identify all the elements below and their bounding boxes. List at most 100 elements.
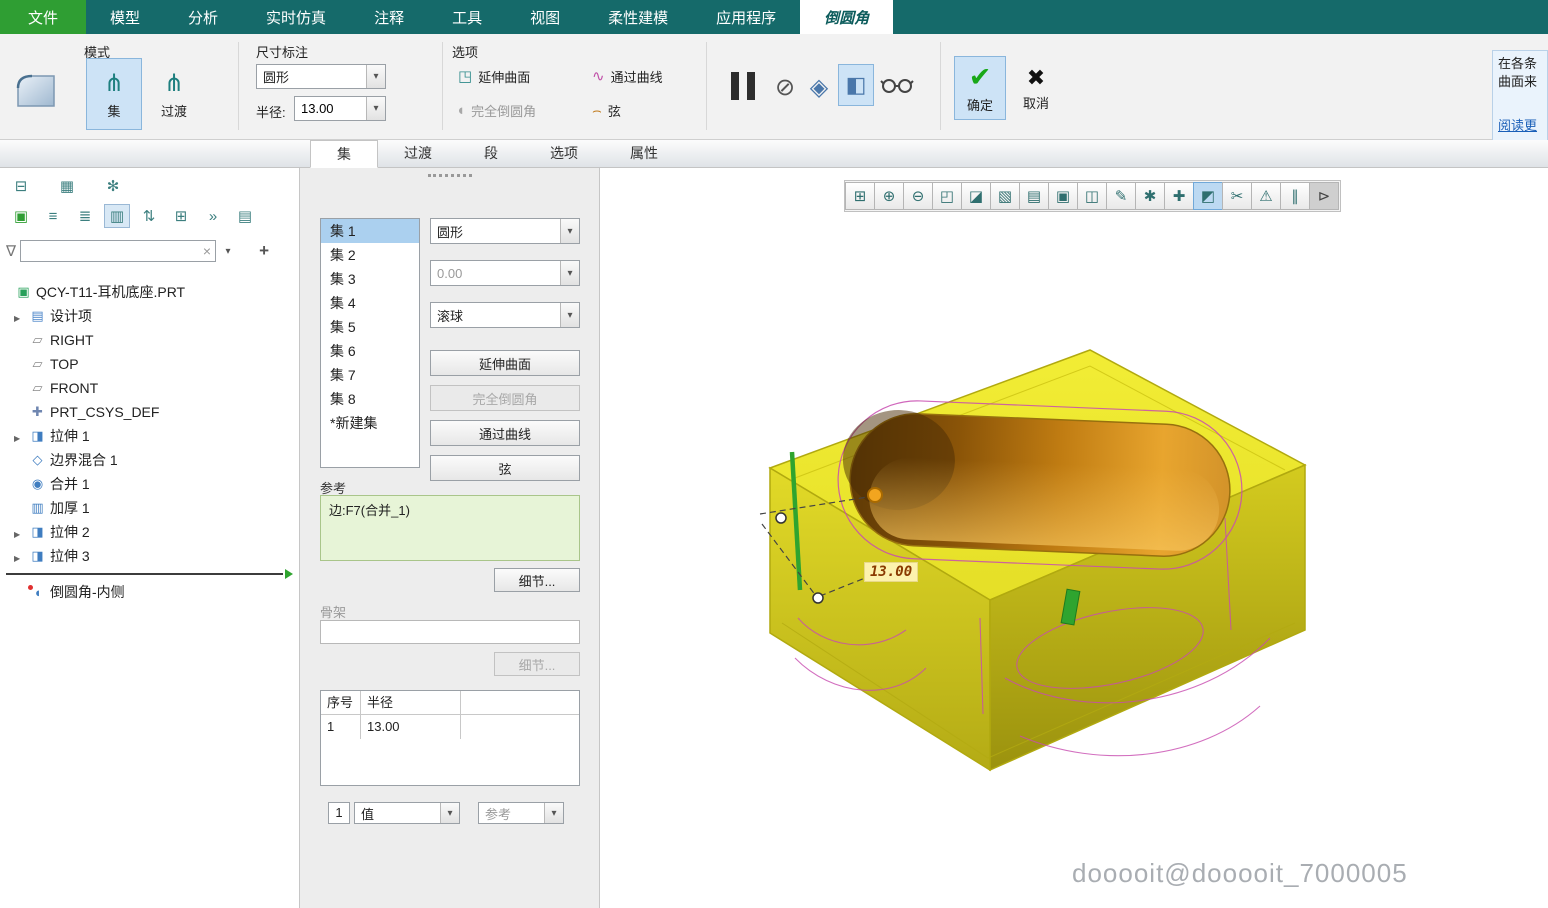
menu-tab[interactable]: 应用程序 (692, 0, 800, 34)
ok-button[interactable]: 确定 (954, 56, 1006, 120)
dashboard-tab[interactable]: 属性 (604, 140, 684, 168)
insert-here-locator[interactable] (0, 568, 299, 580)
ball-mode-dropdown[interactable]: 滚球 (430, 302, 580, 328)
sets-mode-button[interactable]: 集 (86, 58, 142, 130)
chevron-down-icon[interactable] (544, 803, 563, 823)
capture-icon[interactable]: ▣ (1048, 182, 1078, 210)
through-curve-panel-button[interactable]: 通过曲线 (430, 420, 580, 446)
attached-preview-button[interactable] (838, 64, 874, 106)
graphics-area[interactable]: ⊞ ⊕ ⊖ ◰ ◪ ▧ ▤ ▣ ◫ ✎ ✱ ✚ ◩ ✂ ⚠ ∥ ⊳ 13.00 … (600, 168, 1548, 908)
extend-surface-button[interactable]: 延伸曲面 (452, 62, 536, 90)
no-preview-icon[interactable] (770, 70, 800, 104)
set-list-item[interactable]: 集 4 (321, 291, 419, 315)
tree-options-icon[interactable]: ▤ (232, 204, 258, 228)
set-list-item[interactable]: 集 8 (321, 387, 419, 411)
dashboard-tab[interactable]: 段 (458, 140, 524, 168)
chevron-down-icon[interactable] (560, 261, 579, 285)
transitions-mode-button[interactable]: 过渡 (146, 58, 202, 130)
saved-orientations-icon[interactable]: ▤ (1019, 182, 1049, 210)
resume-icon[interactable]: ⊳ (1309, 182, 1339, 210)
tree-filter-input[interactable] (21, 243, 199, 259)
pause-button[interactable] (722, 62, 764, 110)
set-list-item[interactable]: *新建集 (321, 411, 419, 435)
refit-icon[interactable]: ◰ (932, 182, 962, 210)
dashboard-tab[interactable]: 选项 (524, 140, 604, 168)
read-more-link[interactable]: 阅读更 (1498, 117, 1537, 135)
expand-arrow-icon[interactable] (14, 308, 28, 324)
show-feature-icon[interactable]: ▣ (8, 204, 34, 228)
through-curve-button[interactable]: 通过曲线 (586, 62, 669, 90)
chevron-down-icon[interactable] (440, 803, 459, 823)
radius-dimension-label[interactable]: 13.00 (864, 562, 919, 582)
glasses-preview-icon[interactable] (880, 76, 914, 97)
radius-cell[interactable]: 13.00 (361, 715, 461, 739)
set-list-item[interactable]: 集 6 (321, 339, 419, 363)
menu-tab[interactable]: 实时仿真 (242, 0, 350, 34)
filter-dropdown-icon[interactable] (220, 240, 236, 262)
pause-display-icon[interactable]: ∥ (1280, 182, 1310, 210)
menu-tab[interactable]: 模型 (86, 0, 164, 34)
3d-model[interactable] (720, 318, 1320, 878)
section-icon[interactable]: ✂ (1222, 182, 1252, 210)
chevron-down-icon[interactable] (366, 97, 385, 120)
expand-arrow-icon[interactable] (14, 524, 28, 540)
radius-input[interactable] (295, 101, 366, 116)
set-list-item[interactable]: 集 5 (321, 315, 419, 339)
tree-item[interactable]: RIGHT (0, 328, 299, 352)
chevron-down-icon[interactable] (366, 65, 385, 88)
tree-item[interactable]: TOP (0, 352, 299, 376)
3d-dragger-icon[interactable]: ◩ (1193, 182, 1223, 210)
more-tools-icon[interactable]: » (200, 204, 226, 228)
zoom-out-icon[interactable]: ⊖ (903, 182, 933, 210)
menu-tab[interactable]: 文件 (0, 0, 87, 34)
set-list-item[interactable]: 集 1 (321, 219, 419, 243)
menu-tab[interactable]: 注释 (350, 0, 428, 34)
menu-tab[interactable]: 视图 (506, 0, 584, 34)
panel-drag-handle[interactable] (427, 174, 472, 177)
column-display-icon[interactable]: ⊞ (168, 204, 194, 228)
chord-button[interactable]: 弦 (586, 96, 627, 124)
tree-item[interactable]: PRT_CSYS_DEF (0, 400, 299, 424)
tree-item-part[interactable]: QCY-T11-耳机底座.PRT (0, 280, 299, 304)
dashboard-tab[interactable]: 过渡 (378, 140, 458, 168)
dashboard-tab[interactable]: 集 (310, 140, 378, 168)
tree-filter-icon[interactable]: ▥ (104, 204, 130, 228)
sort-tree-icon[interactable]: ⇅ (136, 204, 162, 228)
menu-tab[interactable]: 柔性建模 (584, 0, 692, 34)
tree-item[interactable]: 拉伸 2 (0, 520, 299, 544)
reference-type-dropdown[interactable]: 参考 (478, 802, 564, 824)
conic-value-combo[interactable]: 0.00 (430, 260, 580, 286)
tree-item[interactable]: FRONT (0, 376, 299, 400)
menu-tab[interactable]: 倒圆角 (800, 0, 894, 34)
tree-item[interactable]: 拉伸 3 (0, 544, 299, 568)
menu-tab[interactable]: 工具 (428, 0, 506, 34)
annotation-display-icon[interactable]: ✎ (1106, 182, 1136, 210)
spin-center-icon[interactable]: ✚ (1164, 182, 1194, 210)
add-filter-button[interactable] (254, 240, 274, 262)
chevron-down-icon[interactable] (560, 219, 579, 243)
tree-item[interactable]: 加厚 1 (0, 496, 299, 520)
tree-item-pending-fillet[interactable]: 倒圆角-内侧 (0, 580, 299, 604)
list-view-icon[interactable]: ≡ (40, 204, 66, 228)
menu-tab[interactable]: 分析 (164, 0, 242, 34)
set-list-item[interactable]: 集 3 (321, 267, 419, 291)
reference-collector[interactable]: 边:F7(合并_1) (320, 495, 580, 561)
radius-combo[interactable] (294, 96, 386, 121)
section-shape-dropdown[interactable]: 圆形 (430, 218, 580, 244)
repaint-icon[interactable]: ◪ (961, 182, 991, 210)
chevron-down-icon[interactable] (560, 303, 579, 327)
tree-item[interactable]: 拉伸 1 (0, 424, 299, 448)
datum-display-icon[interactable]: ✱ (1135, 182, 1165, 210)
value-type-dropdown[interactable]: 值 (354, 802, 460, 824)
tree-item[interactable]: 边界混合 1 (0, 448, 299, 472)
set-list-item[interactable]: 集 7 (321, 363, 419, 387)
clear-filter-icon[interactable] (199, 243, 215, 259)
detail-view-icon[interactable]: ≣ (72, 204, 98, 228)
fillet-shape-dropdown[interactable]: 圆形 (256, 64, 386, 89)
display-style-icon[interactable]: ▧ (990, 182, 1020, 210)
expand-arrow-icon[interactable] (14, 428, 28, 444)
warning-icon[interactable]: ⚠ (1251, 182, 1281, 210)
extend-surface-panel-button[interactable]: 延伸曲面 (430, 350, 580, 376)
cancel-button[interactable]: 取消 (1010, 56, 1062, 120)
chord-panel-button[interactable]: 弦 (430, 455, 580, 481)
